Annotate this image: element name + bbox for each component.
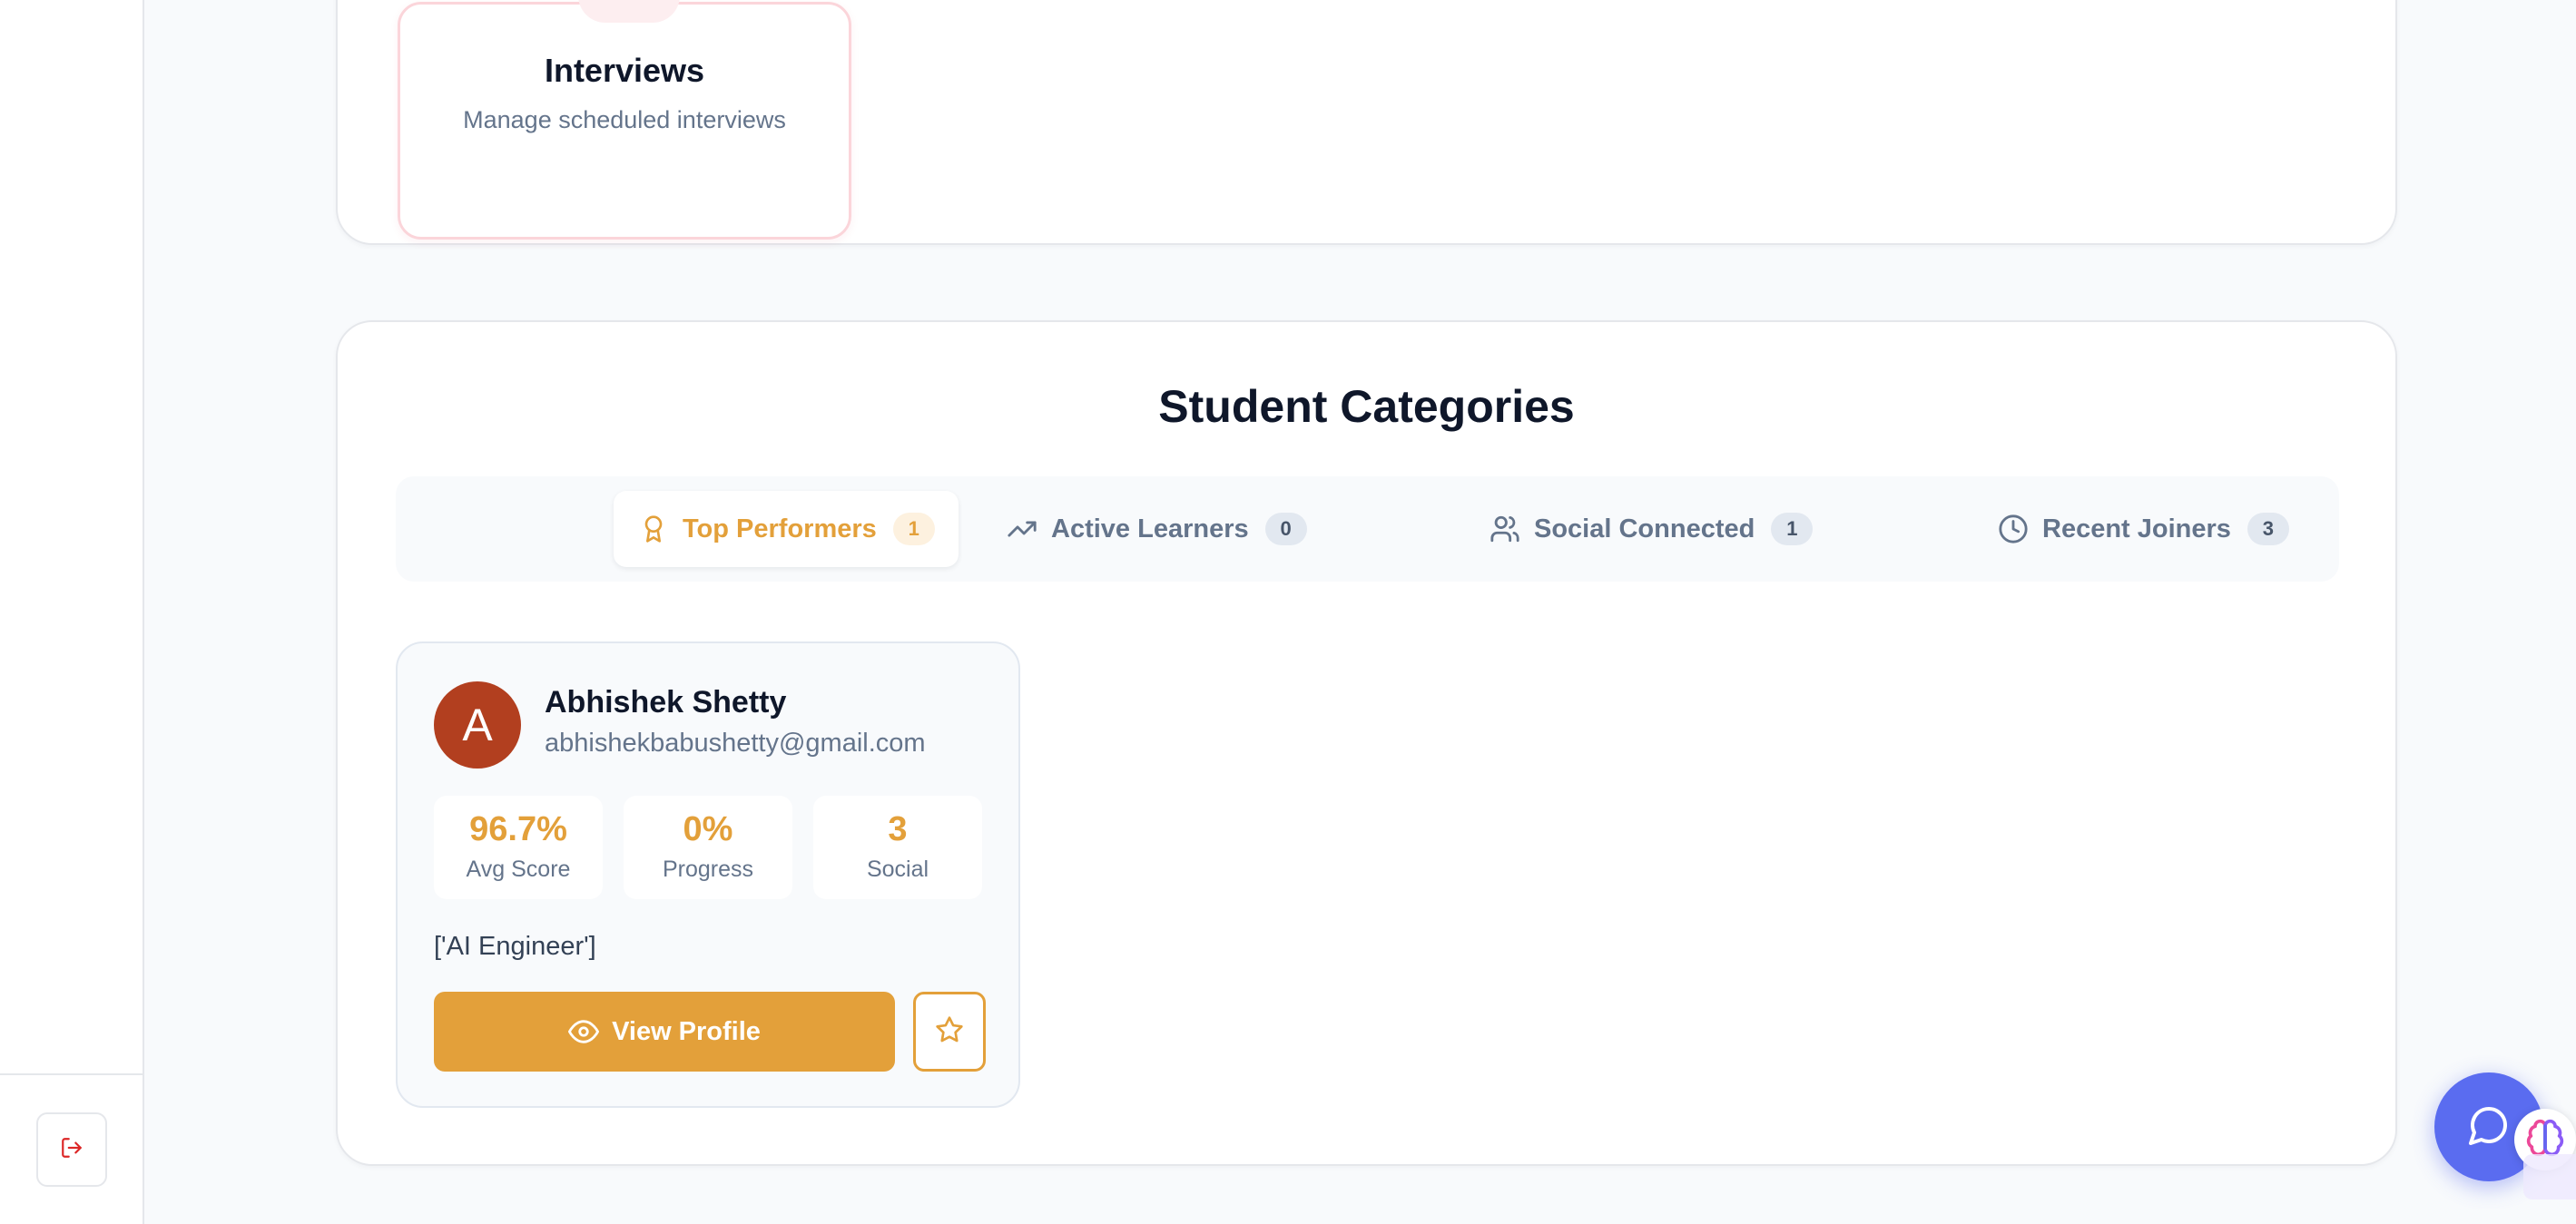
- interviews-subtitle: Manage scheduled interviews: [463, 106, 786, 133]
- log-out-icon: [60, 1136, 84, 1164]
- favorite-button[interactable]: [913, 992, 986, 1072]
- tab-count-badge: 0: [1264, 513, 1307, 545]
- stat-progress: 0% Progress: [624, 796, 792, 899]
- student-card: A Abhishek Shetty abhishekbabushetty@gma…: [396, 641, 1020, 1108]
- interviews-title: Interviews: [544, 52, 705, 89]
- stat-social: 3 Social: [813, 796, 982, 899]
- app-root: Interviews Manage scheduled interviews S…: [0, 0, 2576, 1224]
- stat-value: 0%: [683, 810, 733, 848]
- tab-recent-joiners[interactable]: Recent Joiners 3: [1973, 491, 2313, 567]
- tab-label: Social Connected: [1534, 514, 1755, 543]
- student-email: abhishekbabushetty@gmail.com: [545, 729, 926, 758]
- tab-active-learners[interactable]: Active Learners 0: [982, 491, 1331, 567]
- tab-label: Top Performers: [683, 514, 877, 543]
- view-profile-label: View Profile: [612, 1016, 761, 1046]
- tab-label: Recent Joiners: [2042, 514, 2231, 543]
- category-tabs: Top Performers 1 Active Learners 0 Socia…: [396, 476, 2339, 582]
- stat-label: Social: [866, 857, 929, 882]
- trending-up-icon: [1006, 513, 1038, 545]
- stat-label: Avg Score: [466, 857, 571, 882]
- logout-button[interactable]: [36, 1112, 107, 1187]
- widget-corner: [2523, 1154, 2576, 1200]
- tab-label: Active Learners: [1051, 514, 1249, 543]
- student-name: Abhishek Shetty: [545, 685, 787, 720]
- star-icon: [935, 1015, 964, 1049]
- clock-icon: [1997, 513, 2030, 545]
- stat-value: 96.7%: [469, 810, 567, 848]
- message-circle-icon: [2467, 1103, 2511, 1151]
- view-profile-button[interactable]: View Profile: [434, 992, 895, 1072]
- interviews-card[interactable]: Interviews Manage scheduled interviews: [398, 0, 851, 240]
- tab-count-badge: 1: [1771, 513, 1814, 545]
- stat-label: Progress: [662, 857, 754, 882]
- tab-social-connected[interactable]: Social Connected 1: [1465, 491, 1836, 567]
- student-roles: ['AI Engineer']: [434, 932, 596, 961]
- interviews-icon-bg: [578, 0, 680, 23]
- tab-count-badge: 3: [2247, 513, 2289, 545]
- section-title: Student Categories: [1158, 381, 1575, 432]
- tab-count-badge: 1: [892, 513, 935, 545]
- avatar: A: [434, 681, 521, 769]
- student-categories-panel: Student Categories Top Performers 1 Acti…: [336, 320, 2397, 1166]
- sidebar: [0, 0, 144, 1224]
- users-icon: [1489, 513, 1521, 545]
- quick-actions-panel: Interviews Manage scheduled interviews: [336, 0, 2397, 245]
- stat-avg-score: 96.7% Avg Score: [434, 796, 603, 899]
- tab-top-performers[interactable]: Top Performers 1: [614, 491, 959, 567]
- sidebar-divider: [0, 1073, 143, 1075]
- award-icon: [637, 513, 670, 545]
- eye-icon: [568, 1016, 600, 1047]
- stat-value: 3: [888, 810, 908, 848]
